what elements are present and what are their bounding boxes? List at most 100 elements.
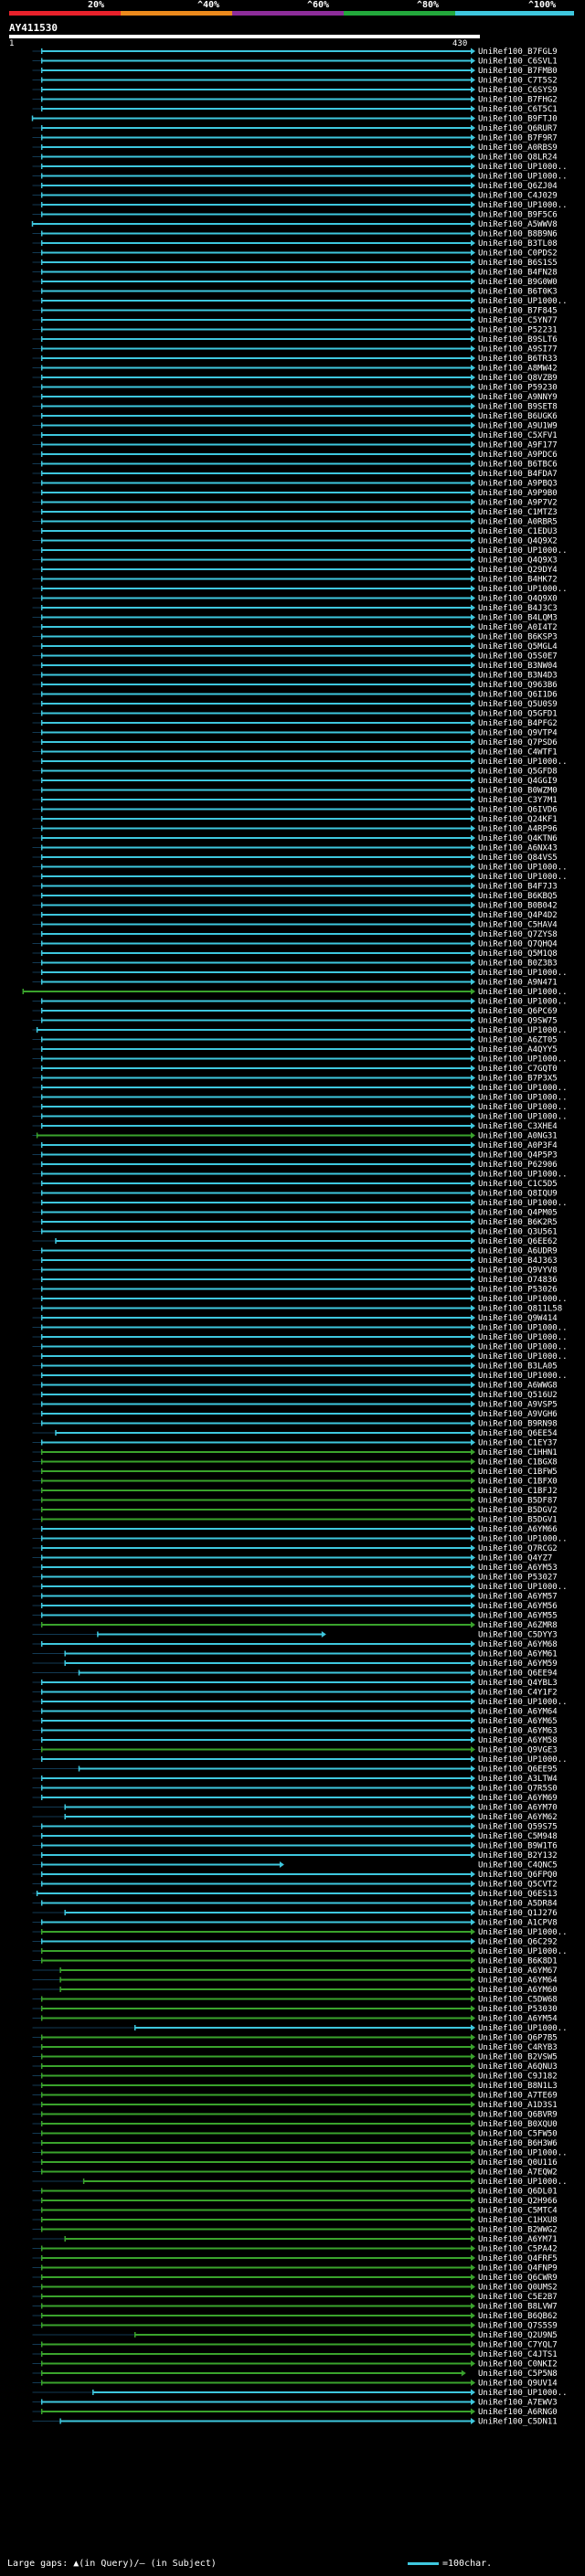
hit-label[interactable]: UniRef100_C5HAV4	[478, 921, 558, 930]
hit-row[interactable]: UniRef100_A9F177	[32, 441, 558, 451]
hit-label[interactable]: UniRef100_C1BFX0	[478, 1478, 558, 1487]
hit-label[interactable]: UniRef100_B8LVW7	[478, 2303, 558, 2312]
hit-row[interactable]: UniRef100_A6YM59	[32, 1659, 558, 1669]
hit-row[interactable]: UniRef100_B7FGL9	[32, 48, 558, 57]
hit-label[interactable]: UniRef100_A3LTW4	[478, 1775, 558, 1784]
hit-label[interactable]: UniRef100_B0XQU0	[478, 2120, 558, 2129]
hit-label[interactable]: UniRef100_A1CPV8	[478, 1919, 558, 1928]
hit-label[interactable]: UniRef100_A0NG31	[478, 1132, 558, 1141]
hit-row[interactable]: UniRef100_B6UGK6	[32, 412, 558, 421]
hit-label[interactable]: UniRef100_B8N1L3	[478, 2082, 558, 2091]
hit-row[interactable]: UniRef100_UP1000..	[32, 1583, 568, 1592]
hit-label[interactable]: UniRef100_Q7ZYS8	[478, 930, 558, 939]
hit-label[interactable]: UniRef100_P52231	[478, 326, 558, 335]
hit-row[interactable]: UniRef100_B4PFG2	[32, 719, 558, 728]
hit-row[interactable]: UniRef100_C3XHE4	[32, 1122, 558, 1131]
hit-label[interactable]: UniRef100_Q6ES13	[478, 1890, 558, 1899]
hit-row[interactable]: UniRef100_Q8IQU9	[32, 1190, 558, 1199]
hit-row[interactable]: UniRef100_UP1000..	[22, 988, 568, 997]
hit-label[interactable]: UniRef100_A6RNG0	[478, 2408, 558, 2417]
hit-label[interactable]: UniRef100_Q6EE62	[478, 1237, 558, 1246]
hit-row[interactable]: UniRef100_A6QNU3	[32, 2062, 558, 2072]
hit-label[interactable]: UniRef100_A6YM70	[478, 1804, 558, 1813]
hit-row[interactable]: UniRef100_Q6EE95	[32, 1765, 558, 1775]
hit-row[interactable]: UniRef100_UP1000..	[32, 1698, 568, 1707]
hit-label[interactable]: UniRef100_C6T5C1	[478, 105, 558, 114]
hit-label[interactable]: UniRef100_B4LQM3	[478, 614, 558, 623]
hit-row[interactable]: UniRef100_C1BGX8	[32, 1458, 558, 1468]
hit-row[interactable]: UniRef100_A9N471	[32, 979, 558, 988]
hit-row[interactable]: UniRef100_UP1000..	[32, 1535, 568, 1544]
hit-row[interactable]: UniRef100_A9P7V2	[32, 499, 558, 508]
hit-row[interactable]: UniRef100_B7FHG2	[32, 96, 558, 105]
hit-row[interactable]: UniRef100_Q84VS5	[32, 853, 558, 863]
hit-label[interactable]: UniRef100_A6YM61	[478, 1650, 558, 1659]
hit-label[interactable]: UniRef100_C6SVL1	[478, 58, 558, 67]
hit-row[interactable]: UniRef100_B0XQU0	[32, 2120, 558, 2129]
hit-row[interactable]: UniRef100_B6T0K3	[32, 288, 558, 297]
hit-row[interactable]: UniRef100_B2Y132	[32, 1851, 558, 1860]
hit-label[interactable]: UniRef100_UP1000..	[478, 546, 568, 556]
hit-label[interactable]: UniRef100_Q6DL01	[478, 2188, 558, 2197]
hit-row[interactable]: UniRef100_A9VGH6	[32, 1410, 558, 1419]
hit-row[interactable]: UniRef100_B6QB62	[32, 2312, 558, 2321]
hit-label[interactable]: UniRef100_B9RN98	[478, 1420, 558, 1429]
hit-label[interactable]: UniRef100_Q4PM05	[478, 1209, 558, 1218]
hit-row[interactable]: UniRef100_A6YM56	[32, 1602, 558, 1611]
hit-label[interactable]: UniRef100_Q2U9N5	[478, 2331, 558, 2340]
hit-row[interactable]: UniRef100_B3N4D3	[32, 672, 558, 681]
hit-row[interactable]: UniRef100_C5PA42	[32, 2245, 558, 2254]
hit-row[interactable]: UniRef100_A4QYY5	[32, 1045, 558, 1055]
hit-label[interactable]: UniRef100_Q1J276	[478, 1909, 558, 1918]
hit-row[interactable]: UniRef100_A0RBS9	[32, 143, 558, 153]
hit-label[interactable]: UniRef100_Q0UMS2	[478, 2284, 558, 2293]
hit-row[interactable]: UniRef100_C7T5S2	[32, 77, 558, 86]
hit-row[interactable]: UniRef100_B9FTJ0	[31, 115, 558, 124]
hit-row[interactable]: UniRef100_A0RBR5	[32, 518, 558, 527]
hit-label[interactable]: UniRef100_UP1000..	[478, 1094, 568, 1103]
hit-label[interactable]: UniRef100_C5DW68	[478, 1996, 558, 2005]
hit-label[interactable]: UniRef100_A6YM57	[478, 1593, 558, 1602]
hit-row[interactable]: UniRef100_B4J363	[32, 1256, 558, 1266]
hit-label[interactable]: UniRef100_C5DN11	[478, 2418, 558, 2427]
hit-row[interactable]: UniRef100_UP1000..	[32, 969, 568, 978]
hit-row[interactable]: UniRef100_Q7RCG2	[32, 1544, 558, 1553]
hit-row[interactable]: UniRef100_C3Y7M1	[32, 796, 558, 805]
hit-label[interactable]: UniRef100_UP1000..	[478, 1343, 568, 1352]
hit-row[interactable]: UniRef100_A6YM62	[32, 1813, 558, 1822]
hit-row[interactable]: UniRef100_C6T5C1	[32, 105, 558, 114]
hit-row[interactable]: UniRef100_Q4YZ7	[32, 1554, 553, 1564]
hit-label[interactable]: UniRef100_UP1000..	[478, 998, 568, 1007]
hit-label[interactable]: UniRef100_B0B042	[478, 902, 558, 911]
hit-row[interactable]: UniRef100_C1EDU3	[32, 527, 558, 536]
hit-label[interactable]: UniRef100_A6YM53	[478, 1564, 558, 1573]
hit-label[interactable]: UniRef100_A9PDC6	[478, 451, 558, 460]
hit-row[interactable]: UniRef100_UP1000..	[32, 201, 568, 210]
hit-row[interactable]: UniRef100_A6YM55	[32, 1612, 558, 1621]
hit-label[interactable]: UniRef100_C1EY37	[478, 1439, 558, 1448]
hit-label[interactable]: UniRef100_UP1000..	[478, 1084, 568, 1093]
hit-row[interactable]: UniRef100_B6KSP3	[32, 633, 558, 642]
hit-label[interactable]: UniRef100_Q4P5P3	[478, 1151, 558, 1161]
hit-label[interactable]: UniRef100_UP1000..	[478, 1295, 568, 1304]
hit-row[interactable]: UniRef100_A9P9B0	[32, 489, 558, 498]
hit-row[interactable]: UniRef100_A7EWV3	[32, 2399, 558, 2408]
hit-label[interactable]: UniRef100_B3LA05	[478, 1362, 558, 1372]
hit-label[interactable]: UniRef100_UP1000..	[478, 1583, 568, 1592]
hit-label[interactable]: UniRef100_A7EQW2	[478, 2168, 558, 2178]
hit-label[interactable]: UniRef100_A9NNY9	[478, 393, 558, 402]
hit-row[interactable]: UniRef100_Q5U0S9	[32, 700, 558, 709]
hit-label[interactable]: UniRef100_C7T5S2	[478, 77, 558, 86]
hit-row[interactable]: UniRef100_UP1000..	[32, 546, 568, 556]
hit-row[interactable]: UniRef100_B4FDA7	[32, 470, 558, 479]
hit-label[interactable]: UniRef100_UP1000..	[478, 873, 568, 882]
hit-label[interactable]: UniRef100_A7EWV3	[478, 2399, 558, 2408]
hit-label[interactable]: UniRef100_A9P7V2	[478, 499, 558, 508]
hit-label[interactable]: UniRef100_P62906	[478, 1161, 558, 1170]
hit-row[interactable]: UniRef100_B5DGV2	[32, 1506, 558, 1515]
hit-row[interactable]: UniRef100_UP1000..	[32, 173, 568, 182]
hit-row[interactable]: UniRef100_C0NKI2	[32, 2360, 558, 2369]
hit-row[interactable]: UniRef100_A5WWV8	[31, 220, 558, 229]
hit-label[interactable]: UniRef100_C1HXU8	[478, 2216, 558, 2225]
hit-row[interactable]: UniRef100_A5DR84	[32, 1900, 558, 1909]
